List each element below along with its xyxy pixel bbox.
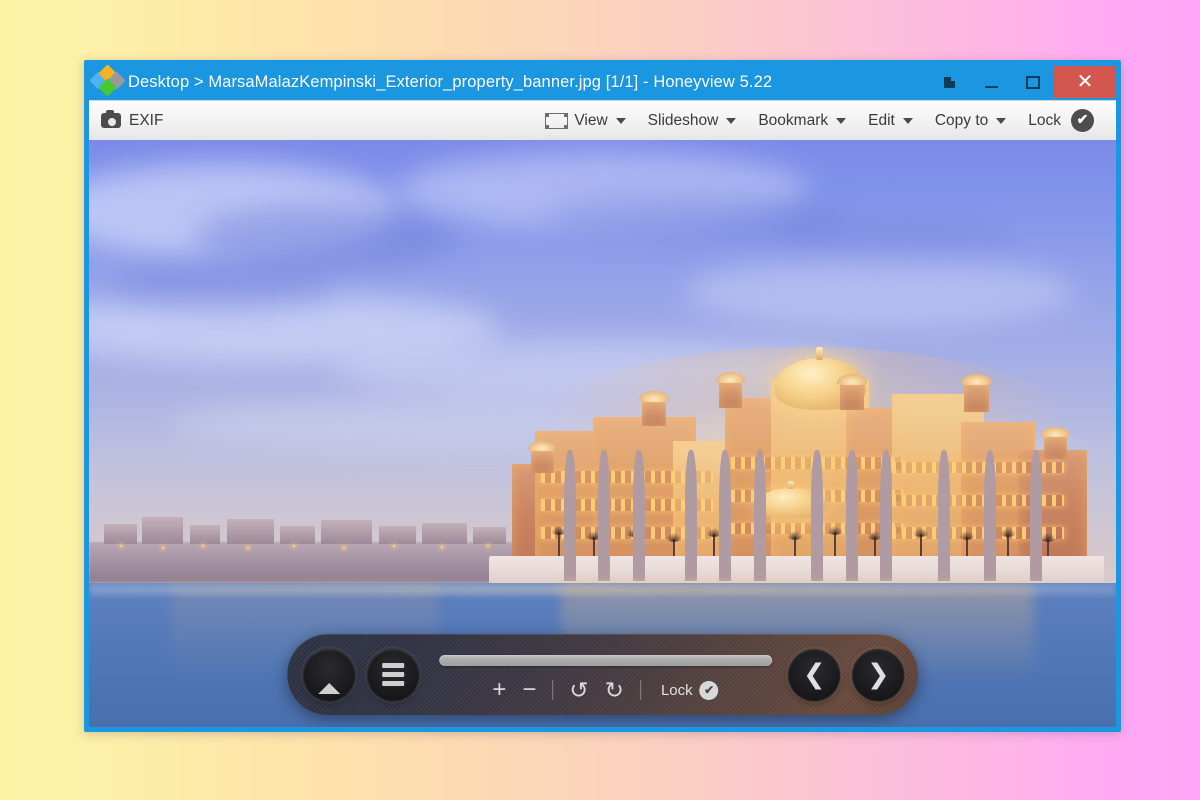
zoom-in-button[interactable]: + <box>492 678 506 702</box>
tool-separator <box>639 680 641 701</box>
check-circle-icon: ✔ <box>699 680 719 700</box>
bookmark-label: Bookmark <box>758 111 829 129</box>
exif-button[interactable]: EXIF <box>98 104 174 138</box>
lock-label: Lock <box>1028 111 1061 129</box>
next-image-button[interactable]: ❯ <box>852 648 905 701</box>
lock-toggle-control[interactable]: Lock ✔ <box>660 680 719 700</box>
chevron-down-icon <box>996 117 1007 124</box>
eject-icon <box>317 665 340 694</box>
check-glyph: ✔ <box>704 683 715 698</box>
copy-to-label: Copy to <box>934 111 989 129</box>
control-bar-center: + − ↺ ↻ Lock ✔ <box>419 634 789 715</box>
previous-image-button[interactable]: ❮ <box>788 648 841 701</box>
image-seek-slider[interactable] <box>438 655 773 667</box>
honeyview-logo-icon <box>89 64 126 97</box>
chevron-down-icon <box>615 117 626 124</box>
pin-icon <box>943 75 956 88</box>
close-icon: ✕ <box>1076 71 1094 93</box>
hamburger-menu-icon <box>381 663 404 687</box>
exif-label: EXIF <box>129 111 164 129</box>
check-circle-icon: ✔ <box>1071 109 1094 132</box>
window-title-text: Desktop > MarsaMalazKempinski_Exterior_p… <box>128 72 773 91</box>
rotate-clockwise-button[interactable]: ↻ <box>605 678 624 702</box>
window-title-bar[interactable]: Desktop > MarsaMalazKempinski_Exterior_p… <box>89 64 1116 100</box>
lock-toggle-button[interactable]: Lock ✔ <box>1017 104 1105 138</box>
rotate-counterclockwise-button[interactable]: ↺ <box>569 678 588 702</box>
camera-icon <box>101 110 121 128</box>
copy-to-menu-button[interactable]: Copy to <box>924 104 1017 138</box>
always-on-top-pin-button[interactable] <box>928 67 970 97</box>
floating-control-bar: + − ↺ ↻ Lock ✔ ❮ ❯ <box>287 634 919 716</box>
chevron-down-icon <box>836 117 847 124</box>
chevron-down-icon <box>726 117 737 124</box>
mini-tool-row: + − ↺ ↻ Lock ✔ <box>439 678 773 702</box>
slideshow-menu-button[interactable]: Slideshow <box>637 104 748 138</box>
maximize-icon <box>1026 75 1040 89</box>
slideshow-label: Slideshow <box>647 111 719 129</box>
bookmark-menu-button[interactable]: Bookmark <box>747 104 857 138</box>
view-frame-icon <box>545 112 569 129</box>
lock-label: Lock <box>660 681 693 699</box>
photo-hotel-building <box>466 346 1116 629</box>
edit-label: Edit <box>868 111 895 129</box>
chevron-left-icon: ❮ <box>802 659 826 690</box>
main-toolbar: EXIF View Slideshow Bookmark Edit Copy t… <box>89 100 1116 140</box>
zoom-out-button[interactable]: − <box>522 678 536 702</box>
chevron-right-icon: ❯ <box>866 659 890 690</box>
eject-button[interactable] <box>302 648 355 701</box>
photo-distant-city <box>89 542 552 584</box>
window-controls: ✕ <box>928 64 1116 100</box>
menu-button[interactable] <box>366 648 419 701</box>
check-glyph: ✔ <box>1076 111 1089 127</box>
edit-menu-button[interactable]: Edit <box>857 104 924 138</box>
minimize-icon <box>984 85 998 88</box>
chevron-down-icon <box>902 117 913 124</box>
image-viewport[interactable]: + − ↺ ↻ Lock ✔ ❮ ❯ <box>89 140 1116 727</box>
maximize-button[interactable] <box>1012 67 1054 97</box>
view-label: View <box>574 111 608 129</box>
close-button[interactable]: ✕ <box>1054 66 1116 98</box>
tool-separator <box>552 680 554 701</box>
view-menu-button[interactable]: View <box>534 104 636 138</box>
minimize-button[interactable] <box>970 67 1012 97</box>
honeyview-window: Desktop > MarsaMalazKempinski_Exterior_p… <box>84 60 1121 732</box>
